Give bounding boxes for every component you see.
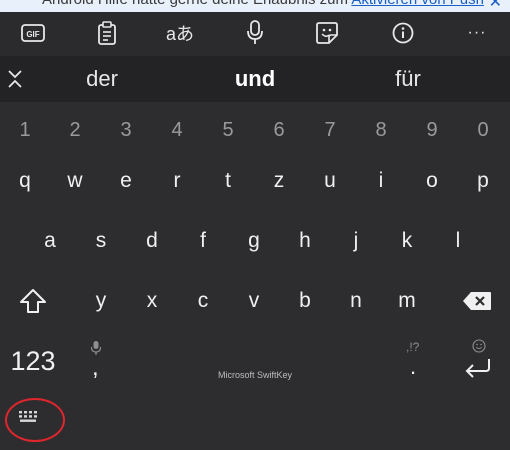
key-a[interactable]: a: [26, 220, 74, 262]
key-7[interactable]: 7: [306, 109, 354, 151]
gif-label: GIF: [26, 30, 39, 39]
space-bar[interactable]: Microsoft SwiftKey: [130, 340, 380, 386]
translator-icon: aあ: [165, 24, 194, 44]
key-f[interactable]: f: [179, 220, 227, 262]
key-j[interactable]: j: [332, 220, 380, 262]
key-0[interactable]: 0: [459, 109, 507, 151]
key-3[interactable]: 3: [102, 109, 150, 151]
enter-key[interactable]: [452, 336, 504, 386]
key-2[interactable]: 2: [51, 109, 99, 151]
clipboard-icon: [98, 21, 116, 45]
key-v[interactable]: v: [230, 280, 278, 322]
key-u[interactable]: u: [306, 160, 354, 202]
numbers-symbols-key[interactable]: 123: [0, 340, 66, 382]
info-button[interactable]: [386, 18, 420, 48]
highlight-circle: [5, 398, 65, 442]
collapse-toolbar-icon[interactable]: [6, 68, 24, 90]
suggestion-center[interactable]: und: [195, 66, 315, 92]
key-5[interactable]: 5: [204, 109, 252, 151]
more-icon: ···: [467, 24, 487, 41]
punctuation-hint: ,!?: [406, 340, 420, 354]
close-icon[interactable]: ✕: [489, 0, 502, 12]
sticker-button[interactable]: [310, 18, 344, 48]
shift-icon: [20, 289, 46, 313]
backspace-icon: [463, 292, 491, 310]
key-o[interactable]: o: [408, 160, 456, 202]
suggestion-left[interactable]: der: [42, 66, 162, 92]
comma-key[interactable]: ,: [76, 336, 118, 386]
key-z[interactable]: z: [255, 160, 303, 202]
key-m[interactable]: m: [383, 280, 431, 322]
key-1[interactable]: 1: [1, 109, 49, 151]
gif-button[interactable]: GIF: [16, 18, 50, 48]
comma-label: ,: [92, 354, 99, 381]
suggestion-bar: der und für: [0, 56, 510, 102]
clipboard-button[interactable]: [90, 18, 124, 48]
info-icon: [392, 22, 414, 44]
key-l[interactable]: l: [434, 220, 482, 262]
keyboard-toolbar: GIF aあ ···: [0, 12, 510, 56]
key-g[interactable]: g: [230, 220, 278, 262]
period-key[interactable]: ,!? .: [394, 336, 434, 386]
backspace-key[interactable]: [452, 280, 502, 322]
more-options-button[interactable]: ···: [460, 18, 494, 48]
key-x[interactable]: x: [128, 280, 176, 322]
translator-button[interactable]: aあ: [163, 18, 197, 48]
key-8[interactable]: 8: [357, 109, 405, 151]
key-i[interactable]: i: [357, 160, 405, 202]
key-w[interactable]: w: [51, 160, 99, 202]
space-bar-label: Microsoft SwiftKey: [217, 370, 293, 380]
key-n[interactable]: n: [332, 280, 380, 322]
period-label: .: [410, 354, 417, 379]
key-k[interactable]: k: [383, 220, 431, 262]
suggestion-right[interactable]: für: [348, 66, 468, 92]
notification-strip[interactable]: Android Hilfe hätte gerne deine Erlaubni…: [0, 0, 510, 12]
key-6[interactable]: 6: [255, 109, 303, 151]
key-c[interactable]: c: [179, 280, 227, 322]
microphone-icon: [247, 20, 263, 44]
shift-key[interactable]: [8, 280, 58, 322]
notification-text: Android Hilfe hätte gerne deine Erlaubni…: [42, 0, 484, 8]
key-y[interactable]: y: [77, 280, 125, 322]
enter-icon: [465, 359, 490, 378]
key-b[interactable]: b: [281, 280, 329, 322]
notification-link[interactable]: Aktivieren von Push: [351, 0, 484, 8]
key-e[interactable]: e: [102, 160, 150, 202]
sticker-icon: [316, 22, 338, 44]
voice-input-button[interactable]: [238, 18, 272, 48]
key-4[interactable]: 4: [153, 109, 201, 151]
key-r[interactable]: r: [153, 160, 201, 202]
key-p[interactable]: p: [459, 160, 507, 202]
key-s[interactable]: s: [77, 220, 125, 262]
key-d[interactable]: d: [128, 220, 176, 262]
key-t[interactable]: t: [204, 160, 252, 202]
emoji-icon: [472, 339, 486, 353]
key-h[interactable]: h: [281, 220, 329, 262]
gif-icon: GIF: [21, 24, 45, 42]
key-q[interactable]: q: [1, 160, 49, 202]
key-9[interactable]: 9: [408, 109, 456, 151]
